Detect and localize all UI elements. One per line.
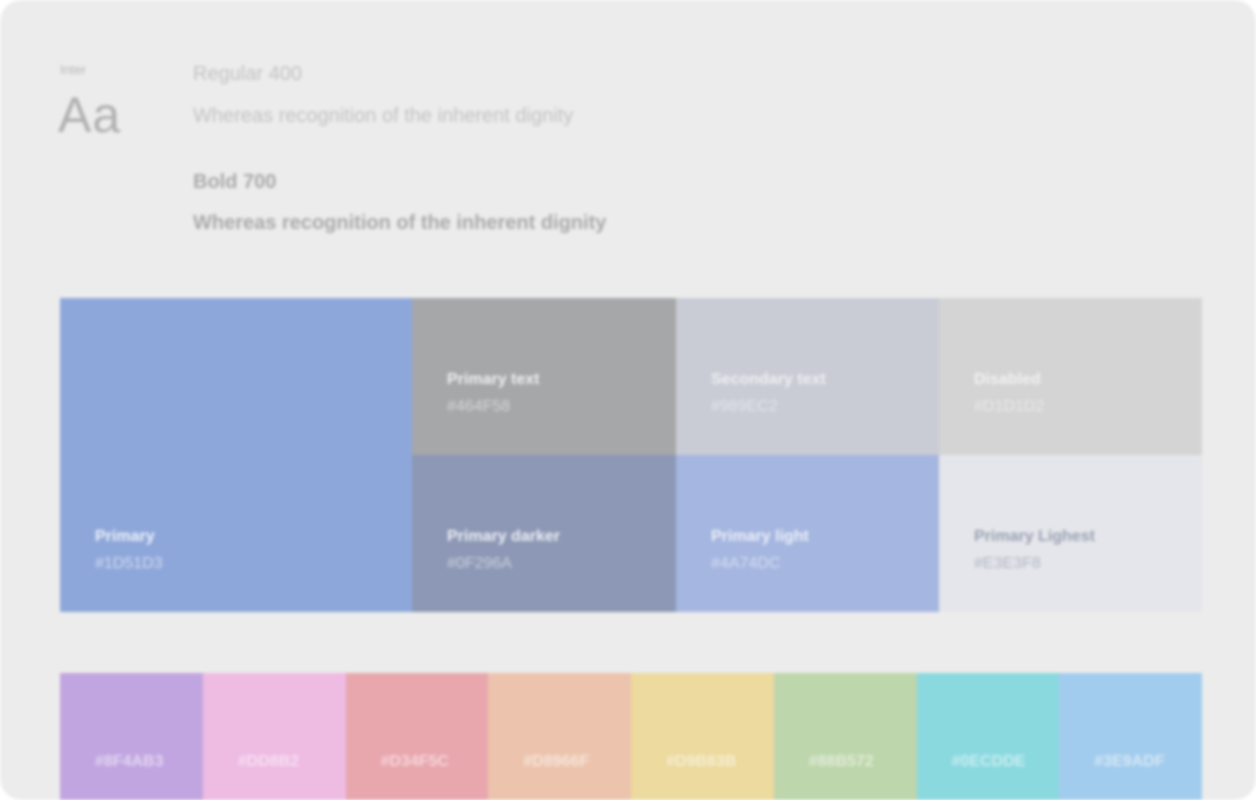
swatch-hex: #D9B83B — [666, 753, 737, 770]
regular-weight-label: Regular 400 — [193, 63, 302, 85]
swatch-primary-lightest: Primary Lighest #E3E3F8 — [939, 455, 1202, 612]
swatch-red: #D34F5C — [345, 673, 489, 800]
swatch-name: Primary text — [447, 371, 540, 388]
swatch-primary-text: Primary text #464F58 — [412, 298, 676, 455]
swatch-hex: #D1D1D2 — [974, 398, 1045, 415]
swatch-hex: #1D51D3 — [95, 555, 163, 572]
swatch-name: Primary light — [711, 528, 809, 545]
swatch-purple: #8F4AB3 — [60, 673, 203, 800]
font-sample-glyphs: Aa — [58, 87, 122, 143]
bold-sample-text: Whereas recognition of the inherent dign… — [193, 212, 607, 234]
swatch-name: Primary — [95, 528, 155, 545]
swatch-hex: #D34F5C — [380, 753, 449, 770]
swatch-name: Primary Lighest — [974, 528, 1095, 545]
swatch-primary-light: Primary light #4A74DC — [676, 455, 939, 612]
extended-color-row: #8F4AB3 #DD8B2 #D34F5C #D8966F #D9B83B #… — [60, 673, 1202, 800]
swatch-hex: #E3E3F8 — [974, 555, 1041, 572]
swatch-orange: #D8966F — [488, 673, 631, 800]
swatch-name: Secondary text — [711, 371, 826, 388]
swatch-hex: #DD8B2 — [237, 753, 300, 770]
swatch-disabled: Disabled #D1D1D2 — [939, 298, 1202, 455]
swatch-hex: #3E9ADF — [1094, 753, 1165, 770]
swatch-name: Primary darker — [447, 528, 560, 545]
swatch-hex: #989EC2 — [711, 398, 778, 415]
swatch-hex: #8F4AB3 — [95, 753, 164, 770]
swatch-green: #88B572 — [773, 673, 917, 800]
bold-weight-label: Bold 700 — [193, 171, 277, 193]
swatch-blue: #3E9ADF — [1059, 673, 1202, 800]
swatch-primary: Primary #1D51D3 — [60, 298, 412, 612]
swatch-secondary-text: Secondary text #989EC2 — [676, 298, 939, 455]
swatch-name: Disabled — [974, 371, 1041, 388]
color-palette: Primary #1D51D3 Primary text #464F58 Sec… — [60, 298, 1202, 612]
swatch-teal: #0ECDDE — [916, 673, 1060, 800]
swatch-primary-darker: Primary darker #0F296A — [412, 455, 676, 612]
swatch-hex: #4A74DC — [711, 555, 781, 572]
swatch-pink: #DD8B2 — [202, 673, 346, 800]
swatch-hex: #0F296A — [447, 555, 512, 572]
style-guide-card: Inter Aa Regular 400 Whereas recognition… — [0, 0, 1256, 800]
regular-sample-text: Whereas recognition of the inherent dign… — [193, 105, 574, 127]
swatch-yellow: #D9B83B — [631, 673, 774, 800]
swatch-hex: #464F58 — [447, 398, 511, 415]
swatch-hex: #D8966F — [523, 753, 590, 770]
font-family-name: Inter — [60, 62, 87, 77]
swatch-hex: #0ECDDE — [951, 753, 1026, 770]
swatch-hex: #88B572 — [808, 753, 874, 770]
